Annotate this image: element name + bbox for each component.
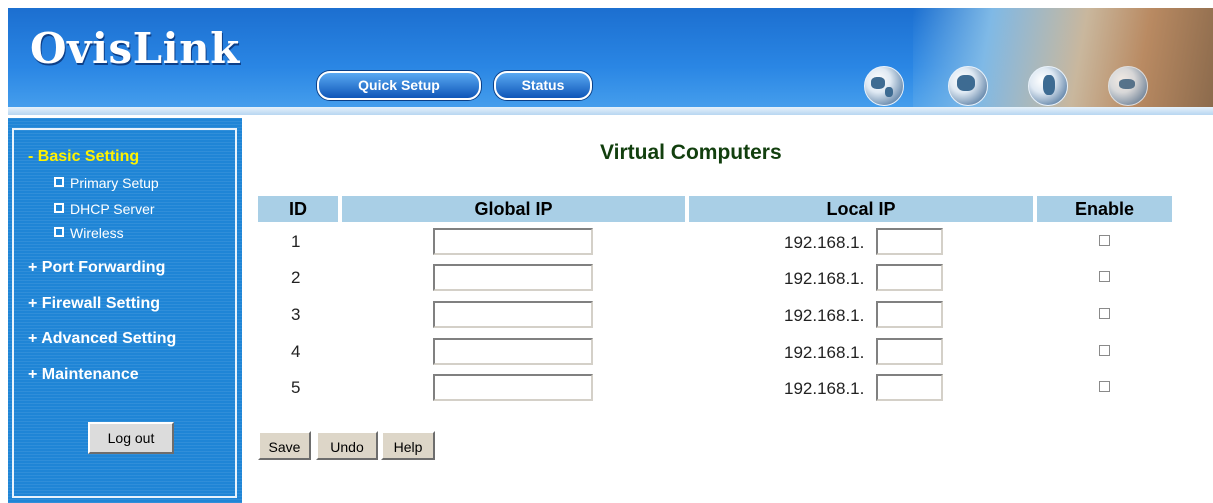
enable-checkbox[interactable] bbox=[1099, 235, 1110, 246]
globe-icon bbox=[1108, 66, 1148, 106]
column-header-local-ip: Local IP bbox=[689, 196, 1033, 222]
row-id: 3 bbox=[291, 305, 301, 324]
menu-firewall-setting[interactable]: + Firewall Setting bbox=[28, 295, 160, 313]
local-ip-prefix: 192.168.1. bbox=[784, 379, 865, 398]
help-button[interactable]: Help bbox=[381, 431, 435, 460]
enable-checkbox[interactable] bbox=[1099, 381, 1110, 392]
column-header-enable: Enable bbox=[1037, 196, 1172, 222]
enable-checkbox[interactable] bbox=[1099, 345, 1110, 356]
bullet-icon bbox=[54, 203, 64, 213]
global-ip-input[interactable] bbox=[433, 264, 593, 291]
menu-primary-setup[interactable]: Primary Setup bbox=[54, 175, 159, 191]
local-ip-input[interactable] bbox=[876, 264, 943, 291]
menu-wireless[interactable]: Wireless bbox=[54, 225, 124, 241]
global-ip-input[interactable] bbox=[433, 301, 593, 328]
row-id: 5 bbox=[291, 378, 301, 397]
logout-button[interactable]: Log out bbox=[88, 422, 174, 454]
global-ip-input[interactable] bbox=[433, 338, 593, 365]
local-ip-input[interactable] bbox=[876, 338, 943, 365]
header-banner: OvisLink Quick Setup Status bbox=[8, 8, 1213, 115]
menu-maintenance[interactable]: + Maintenance bbox=[28, 366, 139, 384]
menu-port-forwarding[interactable]: + Port Forwarding bbox=[28, 259, 165, 277]
page-title: Virtual Computers bbox=[600, 141, 782, 164]
column-header-global-ip: Global IP bbox=[342, 196, 685, 222]
local-ip-prefix: 192.168.1. bbox=[784, 343, 865, 362]
local-ip-input[interactable] bbox=[876, 374, 943, 401]
globe-icon bbox=[948, 66, 988, 106]
bullet-icon bbox=[54, 177, 64, 187]
global-ip-input[interactable] bbox=[433, 228, 593, 255]
row-id: 1 bbox=[291, 232, 301, 251]
local-ip-prefix: 192.168.1. bbox=[784, 233, 865, 252]
status-button[interactable]: Status bbox=[494, 71, 592, 100]
local-ip-input[interactable] bbox=[876, 228, 943, 255]
global-ip-input[interactable] bbox=[433, 374, 593, 401]
local-ip-input[interactable] bbox=[876, 301, 943, 328]
menu-wireless-label: Wireless bbox=[70, 225, 124, 241]
globe-icon bbox=[1028, 66, 1068, 106]
quick-setup-button[interactable]: Quick Setup bbox=[317, 71, 481, 100]
enable-checkbox[interactable] bbox=[1099, 308, 1110, 319]
globe-icon bbox=[864, 66, 904, 106]
header-divider bbox=[8, 107, 1213, 115]
menu-dhcp-server-label: DHCP Server bbox=[70, 201, 155, 217]
menu-primary-setup-label: Primary Setup bbox=[70, 175, 159, 191]
row-id: 2 bbox=[291, 268, 301, 287]
sidebar: - Basic Setting Primary Setup DHCP Serve… bbox=[8, 118, 242, 503]
logo: OvisLink bbox=[30, 24, 240, 73]
undo-button[interactable]: Undo bbox=[316, 431, 378, 460]
local-ip-prefix: 192.168.1. bbox=[784, 306, 865, 325]
local-ip-prefix: 192.168.1. bbox=[784, 269, 865, 288]
enable-checkbox[interactable] bbox=[1099, 271, 1110, 282]
menu-basic-setting[interactable]: - Basic Setting bbox=[28, 148, 139, 166]
column-header-id: ID bbox=[258, 196, 338, 222]
menu-advanced-setting[interactable]: + Advanced Setting bbox=[28, 330, 176, 348]
menu-dhcp-server[interactable]: DHCP Server bbox=[54, 201, 155, 217]
save-button[interactable]: Save bbox=[258, 431, 311, 460]
bullet-icon bbox=[54, 227, 64, 237]
row-id: 4 bbox=[291, 342, 301, 361]
